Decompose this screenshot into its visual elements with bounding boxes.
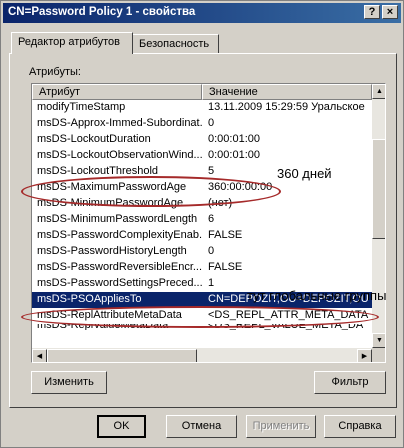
properties-dialog: CN=Password Policy 1 - свойства ? × Реда… (0, 0, 404, 448)
tab-label: Редактор атрибутов (18, 36, 121, 48)
close-title-button[interactable]: × (382, 5, 398, 19)
ok-button[interactable]: OK (97, 415, 146, 438)
annotation-ellipse-applies-to (21, 306, 379, 328)
tab-panel (9, 53, 397, 408)
window-title: CN=Password Policy 1 - свойства (8, 6, 196, 18)
cancel-button[interactable]: Отмена (166, 415, 237, 438)
tab-attribute-editor[interactable]: Редактор атрибутов (11, 32, 133, 54)
annotation-max-age: 360 дней (277, 166, 332, 181)
help-button[interactable]: Справка (324, 415, 396, 438)
tab-security[interactable]: Безопасность (132, 34, 219, 54)
tab-label: Безопасность (139, 38, 210, 50)
help-title-button[interactable]: ? (364, 5, 380, 19)
apply-button[interactable]: Применить (246, 415, 316, 438)
annotation-ellipse-max-age (21, 176, 281, 207)
annotation-applies-to: тут глобальные группы (247, 288, 387, 303)
title-bar[interactable]: CN=Password Policy 1 - свойства ? × (3, 3, 401, 23)
